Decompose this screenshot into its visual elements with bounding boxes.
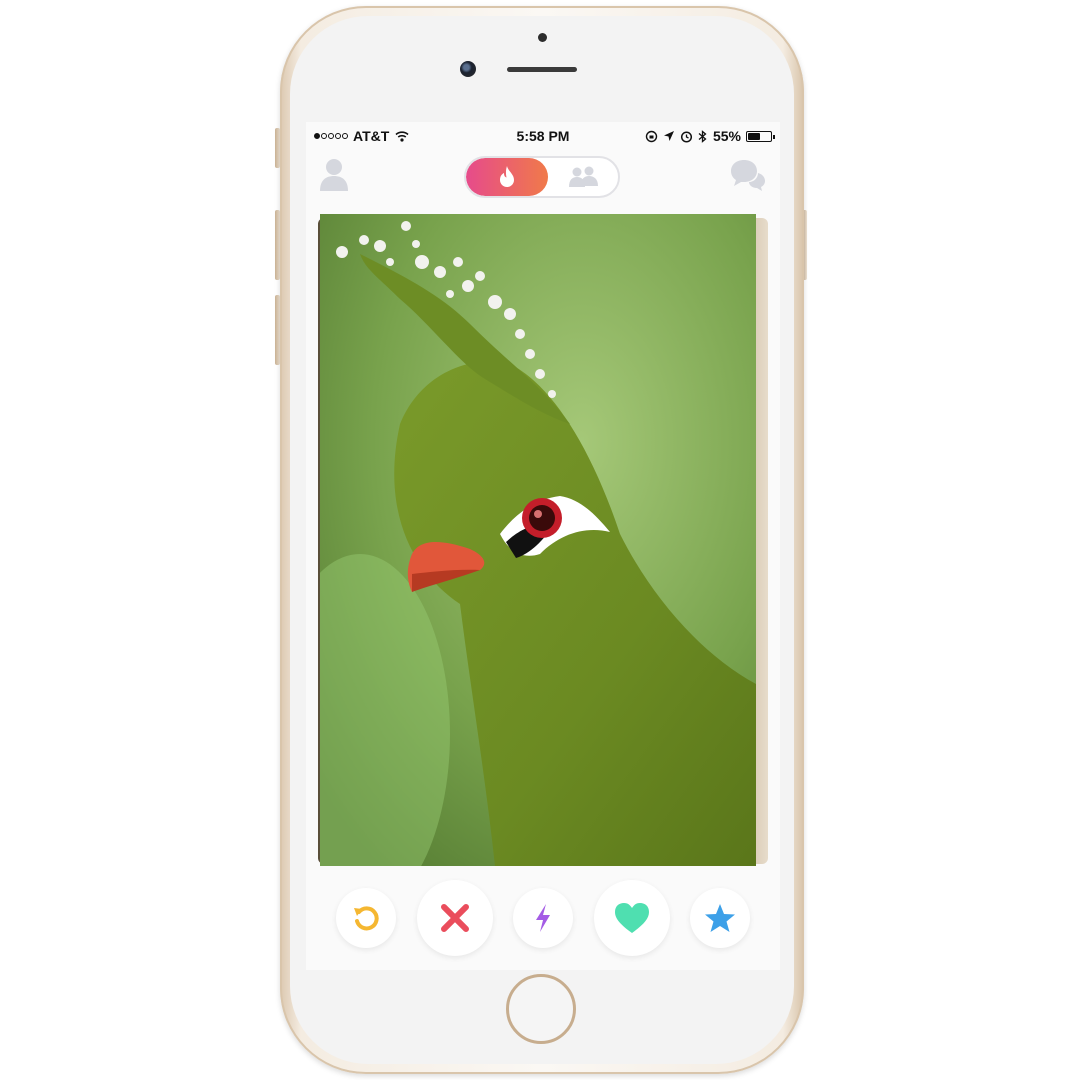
earpiece-speaker <box>507 67 577 72</box>
battery-percent: 55% <box>712 128 741 144</box>
close-icon <box>441 904 469 932</box>
discovery-toggle[interactable] <box>464 156 620 198</box>
status-bar: AT&T 5:58 PM 55% <box>306 122 780 150</box>
group-icon <box>569 166 598 187</box>
flame-icon <box>500 166 514 187</box>
profile-icon[interactable] <box>318 156 350 192</box>
battery-fill <box>748 132 760 140</box>
rotation-lock-icon <box>645 130 658 142</box>
heart-icon <box>615 903 649 933</box>
bluetooth-icon <box>698 129 707 143</box>
status-right: 55% <box>645 128 775 144</box>
rewind-icon <box>354 906 379 931</box>
nope-button[interactable] <box>417 880 493 956</box>
rewind-button[interactable] <box>336 888 396 948</box>
front-camera <box>460 61 476 77</box>
location-icon <box>663 131 674 141</box>
stage: AT&T 5:58 PM 55% <box>0 0 1080 1080</box>
toggle-swipe-mode[interactable] <box>466 158 548 196</box>
battery-icon <box>746 130 775 142</box>
lightning-icon <box>536 904 550 932</box>
boost-button[interactable] <box>513 888 573 948</box>
home-button[interactable] <box>506 974 576 1044</box>
alarm-icon <box>680 130 693 143</box>
profile-card[interactable] <box>320 214 756 866</box>
like-button[interactable] <box>594 880 670 956</box>
action-bar <box>306 874 780 970</box>
top-nav <box>306 150 780 208</box>
super-like-button[interactable] <box>690 888 750 948</box>
profile-photo <box>320 214 756 866</box>
star-icon <box>705 904 735 932</box>
battery-cap <box>773 134 775 139</box>
proximity-sensor <box>538 33 547 42</box>
chat-icon[interactable] <box>730 158 766 192</box>
app-screen: AT&T 5:58 PM 55% <box>306 122 780 970</box>
toggle-social-mode[interactable] <box>554 158 614 196</box>
